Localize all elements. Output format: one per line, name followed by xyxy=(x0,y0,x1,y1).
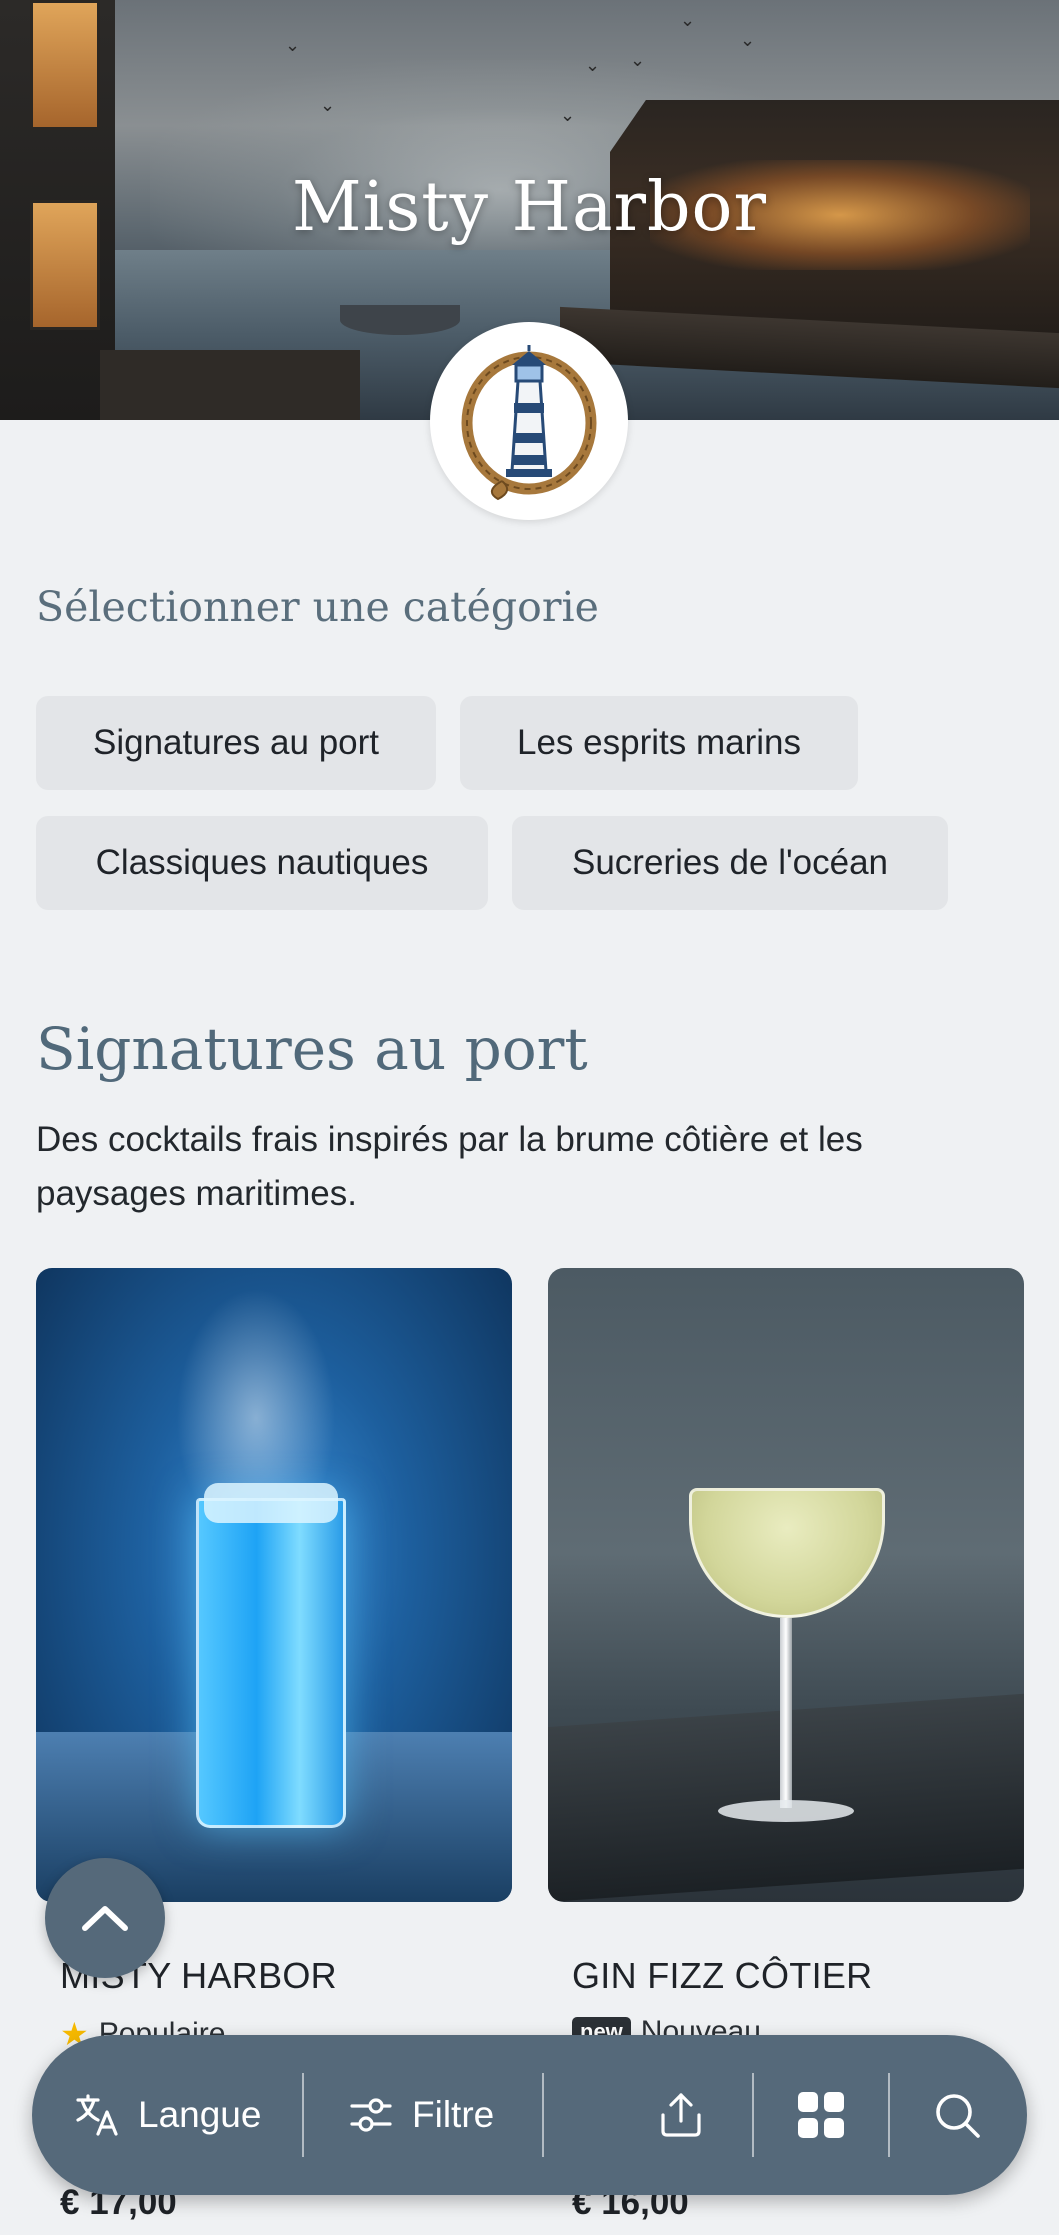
language-label: Langue xyxy=(138,2094,262,2135)
bird-icon: ⌄ xyxy=(320,95,336,115)
toolbar-divider xyxy=(752,2073,754,2157)
restaurant-title: Misty Harbor xyxy=(292,168,767,247)
toolbar-divider xyxy=(888,2073,890,2157)
bird-icon: ⌄ xyxy=(585,55,601,75)
hero-window xyxy=(30,0,100,130)
product-image-gin-fizz-cotier[interactable] xyxy=(548,1268,1024,1902)
search-button[interactable] xyxy=(932,2035,982,2195)
toolbar-divider xyxy=(542,2073,544,2157)
search-icon xyxy=(936,2094,980,2138)
category-chip-sucreries[interactable]: Sucreries de l'océan xyxy=(512,816,948,910)
coupe-glass-bowl xyxy=(689,1488,885,1618)
category-chip-esprits-marins[interactable]: Les esprits marins xyxy=(460,696,858,790)
section-description: Des cocktails frais inspirés par la brum… xyxy=(36,1120,863,1213)
scroll-to-top-button[interactable] xyxy=(45,1858,165,1978)
coupe-glass-stem xyxy=(780,1618,792,1808)
bird-icon: ⌄ xyxy=(630,50,646,70)
filter-button[interactable]: Filtre xyxy=(348,2035,494,2195)
lighthouse-logo-graphic xyxy=(461,345,597,501)
filter-icon xyxy=(350,2098,392,2132)
hero-pier xyxy=(100,350,360,420)
grid-view-button[interactable] xyxy=(796,2035,846,2195)
bottom-toolbar: Langue Filtre xyxy=(32,2035,1027,2195)
bird-icon: ⌄ xyxy=(680,10,696,30)
product-name[interactable]: GIN FIZZ CÔTIER xyxy=(572,1955,872,1997)
translate-icon xyxy=(76,2094,118,2136)
chevron-up-icon xyxy=(82,1906,128,1931)
coupe-glass-foot xyxy=(718,1800,854,1822)
product-image-misty-harbor[interactable] xyxy=(36,1268,512,1902)
bird-icon: ⌄ xyxy=(285,35,301,55)
ice-top xyxy=(204,1483,338,1523)
hero-boat xyxy=(340,305,460,335)
bird-icon: ⌄ xyxy=(740,30,756,50)
cocktail-glass xyxy=(196,1498,346,1828)
toolbar-divider xyxy=(302,2073,304,2157)
share-icon xyxy=(661,2093,701,2137)
bird-icon: ⌄ xyxy=(560,105,576,125)
section-title: Signatures au port xyxy=(36,1015,588,1083)
category-heading: Sélectionner une catégorie xyxy=(36,583,599,631)
lighthouse-logo xyxy=(430,322,628,520)
grid-icon xyxy=(798,2092,844,2138)
share-button[interactable] xyxy=(657,2035,705,2195)
language-button[interactable]: Langue xyxy=(74,2035,261,2195)
category-chip-classiques-nautiques[interactable]: Classiques nautiques xyxy=(36,816,488,910)
category-chip-signatures[interactable]: Signatures au port xyxy=(36,696,436,790)
filter-label: Filtre xyxy=(412,2094,495,2135)
